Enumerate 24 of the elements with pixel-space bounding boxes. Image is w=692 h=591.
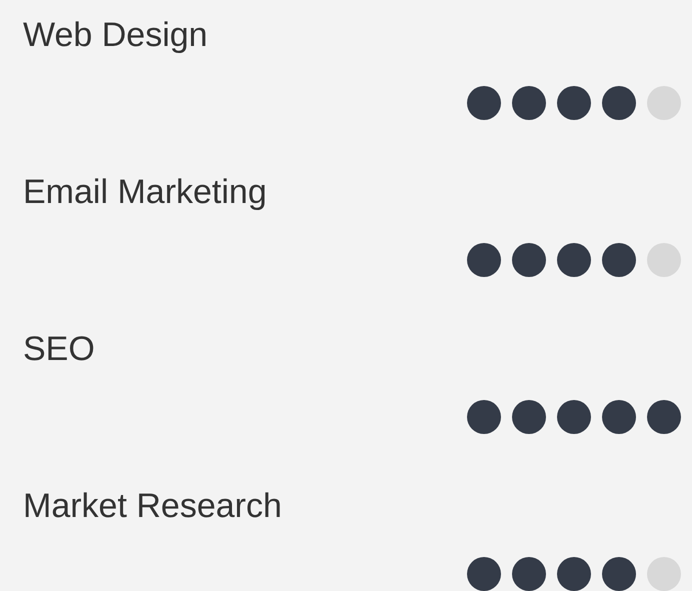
- filled-rating-dot: [512, 557, 546, 591]
- filled-rating-dot: [512, 86, 546, 120]
- empty-rating-dot: [647, 557, 681, 591]
- filled-rating-dot: [467, 86, 501, 120]
- filled-rating-dot: [467, 243, 501, 277]
- skill-name: SEO: [23, 329, 96, 370]
- filled-rating-dot: [602, 243, 636, 277]
- filled-rating-dot: [602, 86, 636, 120]
- filled-rating-dot: [467, 400, 501, 434]
- filled-rating-dot: [512, 243, 546, 277]
- filled-rating-dot: [557, 400, 591, 434]
- filled-rating-dot: [557, 557, 591, 591]
- filled-rating-dot: [557, 86, 591, 120]
- skill-name: Web Design: [23, 15, 209, 56]
- filled-rating-dot: [602, 400, 636, 434]
- filled-rating-dot: [557, 243, 591, 277]
- filled-rating-dot: [647, 400, 681, 434]
- filled-rating-dot: [467, 557, 501, 591]
- filled-rating-dot: [512, 400, 546, 434]
- empty-rating-dot: [647, 86, 681, 120]
- filled-rating-dot: [602, 557, 636, 591]
- empty-rating-dot: [647, 243, 681, 277]
- skill-name: Email Marketing: [23, 172, 268, 213]
- skill-name: Market Research: [23, 486, 283, 527]
